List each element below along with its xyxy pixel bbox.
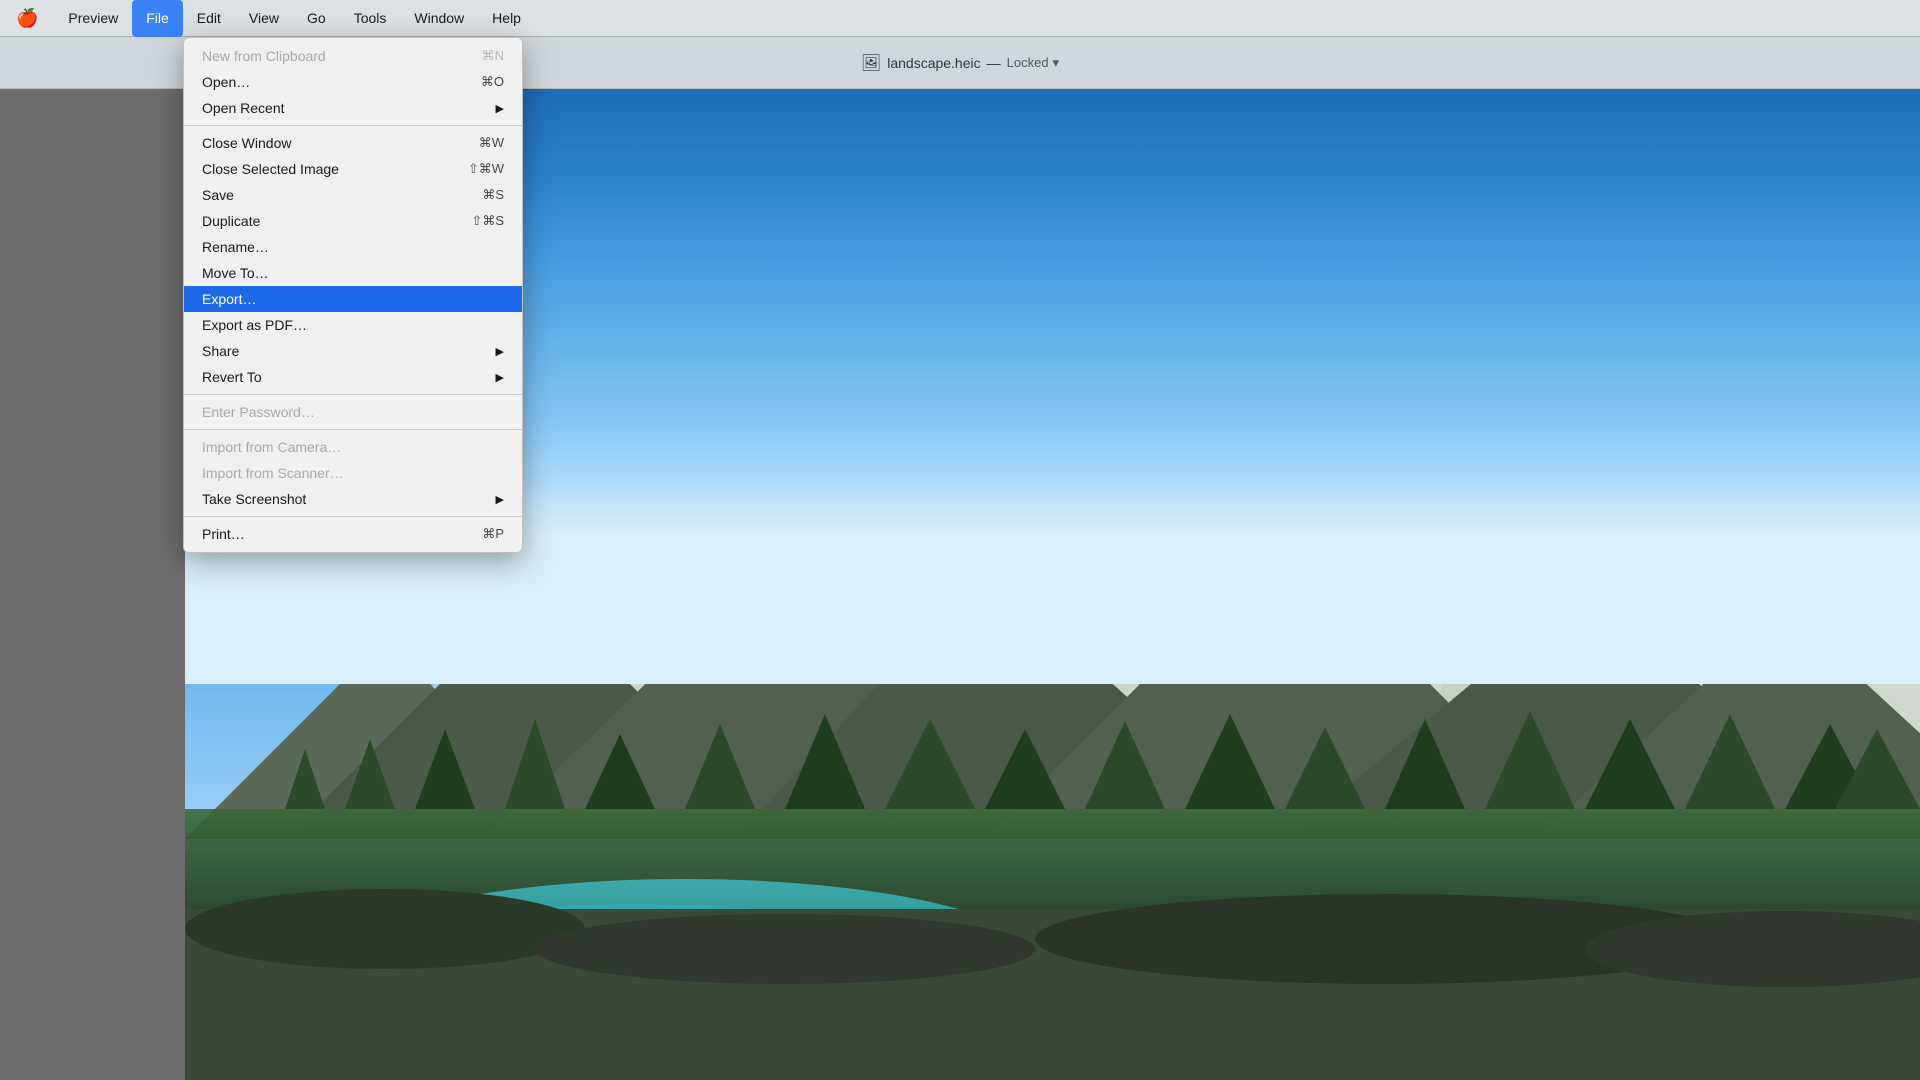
save-shortcut: ⌘S xyxy=(482,187,504,203)
menu-item-take-screenshot[interactable]: Take Screenshot ▶ xyxy=(184,486,522,512)
print-label: Print… xyxy=(202,526,462,542)
separator-1 xyxy=(184,125,522,126)
open-recent-arrow: ▶ xyxy=(496,102,504,115)
window-label: Window xyxy=(414,10,464,26)
menu-item-print[interactable]: Print… ⌘P xyxy=(184,521,522,547)
title-separator: — xyxy=(987,55,1001,71)
menu-item-save[interactable]: Save ⌘S xyxy=(184,182,522,208)
menu-item-import-scanner[interactable]: Import from Scanner… xyxy=(184,460,522,486)
close-window-label: Close Window xyxy=(202,135,459,151)
duplicate-label: Duplicate xyxy=(202,213,451,229)
move-to-label: Move To… xyxy=(202,265,504,281)
menu-item-open-recent[interactable]: Open Recent ▶ xyxy=(184,95,522,121)
share-label: Share xyxy=(202,343,486,359)
menu-item-open[interactable]: Open… ⌘O xyxy=(184,69,522,95)
document-title: 🖼 landscape.heic — Locked ▾ xyxy=(861,53,1059,73)
menubar-item-window[interactable]: Window xyxy=(400,0,478,37)
export-as-pdf-label: Export as PDF… xyxy=(202,317,504,333)
open-shortcut: ⌘O xyxy=(481,74,504,90)
new-from-clipboard-shortcut: ⌘N xyxy=(482,48,504,64)
revert-to-label: Revert To xyxy=(202,369,486,385)
save-label: Save xyxy=(202,187,462,203)
menubar-item-view[interactable]: View xyxy=(235,0,293,37)
menu-item-move-to[interactable]: Move To… xyxy=(184,260,522,286)
menubar-item-help[interactable]: Help xyxy=(478,0,535,37)
help-label: Help xyxy=(492,10,521,26)
menubar: 🍎 Preview File Edit View Go Tools Window… xyxy=(0,0,1920,37)
filename: landscape.heic xyxy=(887,55,980,71)
menu-item-share[interactable]: Share ▶ xyxy=(184,338,522,364)
apple-icon: 🍎 xyxy=(16,8,38,29)
menu-item-rename[interactable]: Rename… xyxy=(184,234,522,260)
new-from-clipboard-label: New from Clipboard xyxy=(202,48,462,64)
tools-label: Tools xyxy=(354,10,387,26)
import-scanner-label: Import from Scanner… xyxy=(202,465,504,481)
rename-label: Rename… xyxy=(202,239,504,255)
menu-item-new-from-clipboard[interactable]: New from Clipboard ⌘N xyxy=(184,43,522,69)
menu-item-close-selected-image[interactable]: Close Selected Image ⇧⌘W xyxy=(184,156,522,182)
locked-badge[interactable]: Locked ▾ xyxy=(1007,55,1059,71)
go-label: Go xyxy=(307,10,326,26)
enter-password-label: Enter Password… xyxy=(202,404,504,420)
document-icon: 🖼 xyxy=(861,53,881,73)
close-selected-image-label: Close Selected Image xyxy=(202,161,448,177)
take-screenshot-label: Take Screenshot xyxy=(202,491,486,507)
menu-item-enter-password[interactable]: Enter Password… xyxy=(184,399,522,425)
menu-item-revert-to[interactable]: Revert To ▶ xyxy=(184,364,522,390)
menu-item-duplicate[interactable]: Duplicate ⇧⌘S xyxy=(184,208,522,234)
locked-label: Locked xyxy=(1007,55,1049,70)
menubar-item-file[interactable]: File xyxy=(132,0,183,37)
menubar-item-tools[interactable]: Tools xyxy=(340,0,401,37)
open-label: Open… xyxy=(202,74,461,90)
print-shortcut: ⌘P xyxy=(482,526,504,542)
edit-label: Edit xyxy=(197,10,221,26)
preview-label: Preview xyxy=(68,10,118,26)
revert-to-arrow: ▶ xyxy=(496,371,504,384)
import-camera-label: Import from Camera… xyxy=(202,439,504,455)
menubar-item-edit[interactable]: Edit xyxy=(183,0,235,37)
open-recent-label: Open Recent xyxy=(202,100,486,116)
apple-menu-item[interactable]: 🍎 xyxy=(0,0,54,37)
menubar-item-go[interactable]: Go xyxy=(293,0,340,37)
menubar-item-preview[interactable]: Preview xyxy=(54,0,132,37)
duplicate-shortcut: ⇧⌘S xyxy=(471,213,504,229)
take-screenshot-arrow: ▶ xyxy=(496,493,504,506)
separator-2 xyxy=(184,394,522,395)
close-selected-image-shortcut: ⇧⌘W xyxy=(468,161,504,177)
file-label: File xyxy=(146,10,169,26)
export-label: Export… xyxy=(202,291,504,307)
menu-item-export-as-pdf[interactable]: Export as PDF… xyxy=(184,312,522,338)
separator-3 xyxy=(184,429,522,430)
separator-4 xyxy=(184,516,522,517)
menu-item-import-camera[interactable]: Import from Camera… xyxy=(184,434,522,460)
view-label: View xyxy=(249,10,279,26)
file-dropdown-menu: New from Clipboard ⌘N Open… ⌘O Open Rece… xyxy=(183,37,523,553)
sidebar-panel xyxy=(0,89,185,1080)
close-window-shortcut: ⌘W xyxy=(479,135,504,151)
share-arrow: ▶ xyxy=(496,345,504,358)
menu-item-export[interactable]: Export… xyxy=(184,286,522,312)
chevron-down-icon: ▾ xyxy=(1053,55,1060,71)
menu-item-close-window[interactable]: Close Window ⌘W xyxy=(184,130,522,156)
